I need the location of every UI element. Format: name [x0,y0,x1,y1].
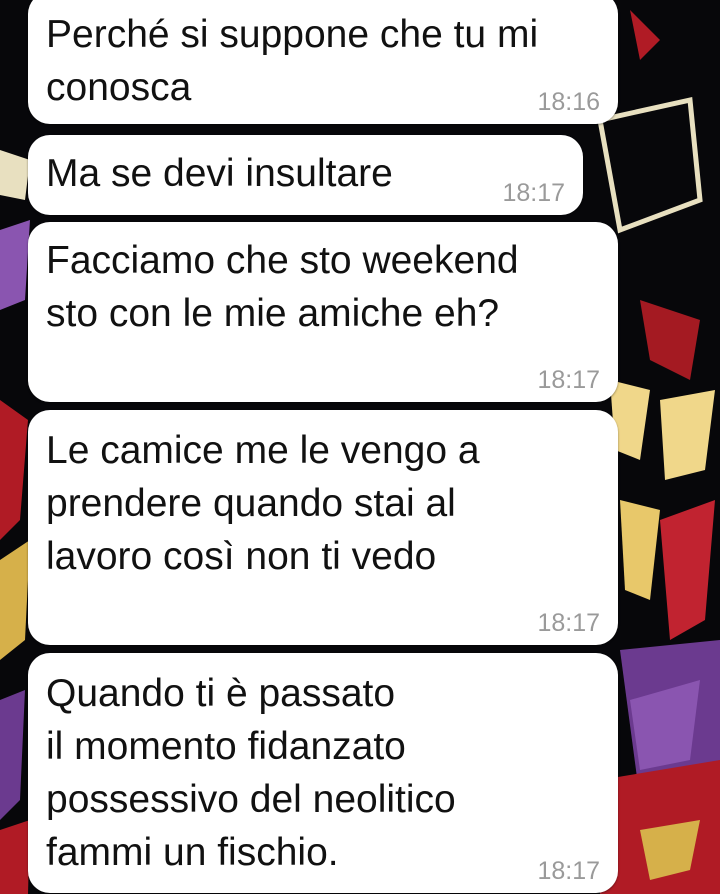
message-text: Facciamo che sto weekend sto con le mie … [46,239,519,335]
message-text: Perché si suppone che tu mi conosca [46,13,539,109]
message-bubble[interactable]: Facciamo che sto weekend sto con le mie … [28,222,618,402]
message-timestamp: 18:17 [537,857,600,885]
message-timestamp: 18:17 [502,179,565,207]
message-text: Ma se devi insultare [46,152,393,195]
message-text: Quando ti è passato il momento fidanzato… [46,672,456,874]
message-bubble[interactable]: Quando ti è passato il momento fidanzato… [28,653,618,893]
message-timestamp: 18:17 [537,366,600,394]
message-bubble[interactable]: Ma se devi insultare 18:17 [28,135,583,215]
message-text: Le camice me le vengo a prendere quando … [46,429,480,578]
message-timestamp: 18:16 [537,88,600,116]
message-bubble[interactable]: Le camice me le vengo a prendere quando … [28,410,618,645]
message-bubble[interactable]: Perché si suppone che tu mi conosca 18:1… [28,0,618,124]
message-timestamp: 18:17 [537,609,600,637]
